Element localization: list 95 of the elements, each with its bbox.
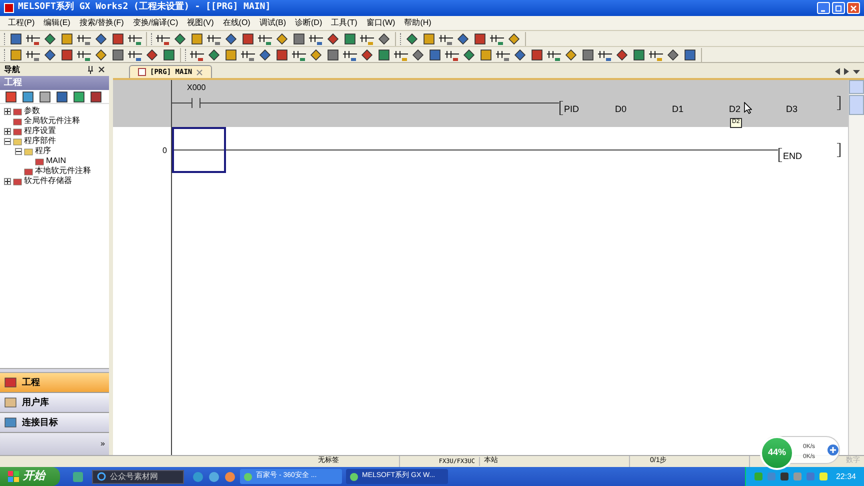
scroll-left-icon[interactable] [835,68,840,75]
toolbar-icon[interactable] [632,48,646,62]
mouse-pointer-icon [744,102,752,114]
search-field[interactable]: 公众号素材网 [92,470,184,484]
tree-item[interactable]: 程序 [35,147,51,155]
toolbar-icon[interactable] [530,48,544,62]
toolbar-icon[interactable] [89,90,103,104]
menu-item[interactable]: 视图(V) [187,17,214,29]
dropdown-icon[interactable] [853,68,860,75]
start-button[interactable]: 开始 [0,467,60,486]
toolbar-icon[interactable] [581,48,595,62]
bracket-icon [837,143,841,157]
toolbar-icon[interactable] [275,48,289,62]
toolbar-icon[interactable] [162,48,176,62]
tree-item[interactable]: 程序部件 [24,137,56,145]
toolbar-icon[interactable] [72,90,86,104]
bracket-icon [837,96,841,110]
menu-item[interactable]: 在线(O) [222,17,250,29]
toolbar-icon[interactable] [224,48,238,62]
app-icon [4,3,14,13]
toolbar-icon[interactable] [111,32,125,46]
nav-section-button[interactable]: 工程 [0,373,109,393]
toolbar-icon[interactable] [241,32,255,46]
toolbar-icon[interactable] [190,32,204,46]
scroll-right-icon[interactable] [844,68,849,75]
collapse-toggle[interactable] [4,138,11,144]
add-icon[interactable] [827,444,839,456]
section-icon [4,376,18,389]
toolbar-icon[interactable] [4,90,18,104]
menu-item[interactable]: 变换/编译(C) [132,17,178,29]
toolbar-icon[interactable] [377,48,391,62]
toolbar-icon[interactable] [343,32,357,46]
nav-section-button[interactable]: 用户库 [0,393,109,413]
toolbar-icon[interactable] [422,32,436,46]
maximize-icon[interactable] [832,2,845,14]
quick-launch-icon[interactable] [224,470,236,482]
toolbar-icon[interactable] [111,48,125,62]
toolbar-icon[interactable] [21,90,35,104]
vertical-scrollbar[interactable] [848,80,864,455]
tree-item[interactable]: 本地软元件注释 [35,167,91,175]
expand-toggle[interactable] [4,178,11,184]
window-title: MELSOFT系列 GX Works2 (工程未设置) - [[PRG] MAIN] [18,1,271,14]
toolbar-icon[interactable] [55,90,69,104]
menu-item[interactable]: 帮助(H) [404,17,432,29]
menu-item[interactable]: 编辑(E) [44,17,70,29]
toolbar-icon[interactable] [292,32,306,46]
browser-icon [97,472,106,481]
tree-item[interactable]: 参数 [24,107,40,115]
instruction-operand: D2 [729,104,741,114]
toolbar-icon[interactable] [428,48,442,62]
instruction-operand: D0 [615,104,627,114]
section-icon [4,416,18,429]
contact-label: X000 [187,82,206,94]
bracket-icon [559,101,563,115]
toolbar-icon[interactable] [326,48,340,62]
tree-item[interactable]: 全局软元件注释 [24,117,80,125]
cursor-box [172,127,226,173]
expand-toggle[interactable] [4,108,11,114]
menu-item[interactable]: 调试(B) [259,17,286,29]
tree-item[interactable]: 程序设置 [24,127,56,135]
tree-item[interactable]: MAIN [46,157,66,165]
instruction-operand: D3 [786,104,798,114]
menu-item[interactable]: 工程(P) [8,17,35,29]
more-icon[interactable]: » [100,440,105,448]
expand-toggle[interactable] [4,128,11,134]
quick-launch-icon[interactable] [208,470,220,482]
clock: 22:34 [836,470,856,482]
panel-header: 工程 [0,76,109,90]
minimize-icon[interactable] [817,2,830,14]
toolbar-icon[interactable] [38,90,52,104]
instruction-operand: PID [564,104,580,114]
panel-title: 导航 [4,64,20,76]
step-number: 0 [162,144,167,156]
toolbar-icon[interactable] [60,32,74,46]
bracket-icon [778,148,782,162]
toolbar-icon[interactable] [9,32,23,46]
tree-item[interactable]: 软元件存储器 [24,177,72,185]
toolbar-icon[interactable] [60,48,74,62]
section-icon [4,396,18,409]
toolbar-icon[interactable] [683,48,697,62]
toolbar-icon[interactable] [473,32,487,46]
instruction-operand: END [783,151,802,161]
close-icon[interactable] [98,66,105,73]
toolbar-icon[interactable] [9,48,23,62]
menu-item[interactable]: 窗口(W) [366,17,396,29]
menu-item[interactable]: 诊断(D) [295,17,322,29]
collapse-toggle[interactable] [15,148,22,154]
nav-section-button[interactable]: 连接目标 [0,413,109,433]
document-icon [138,68,146,76]
menu-item[interactable]: 工具(T) [331,17,358,29]
pin-icon[interactable] [87,66,94,74]
windows-logo-icon [8,471,19,482]
instruction-operand: D1 [672,104,684,114]
menu-item[interactable]: 搜索/替换(F) [79,17,124,29]
toolbar-icon[interactable] [479,48,493,62]
